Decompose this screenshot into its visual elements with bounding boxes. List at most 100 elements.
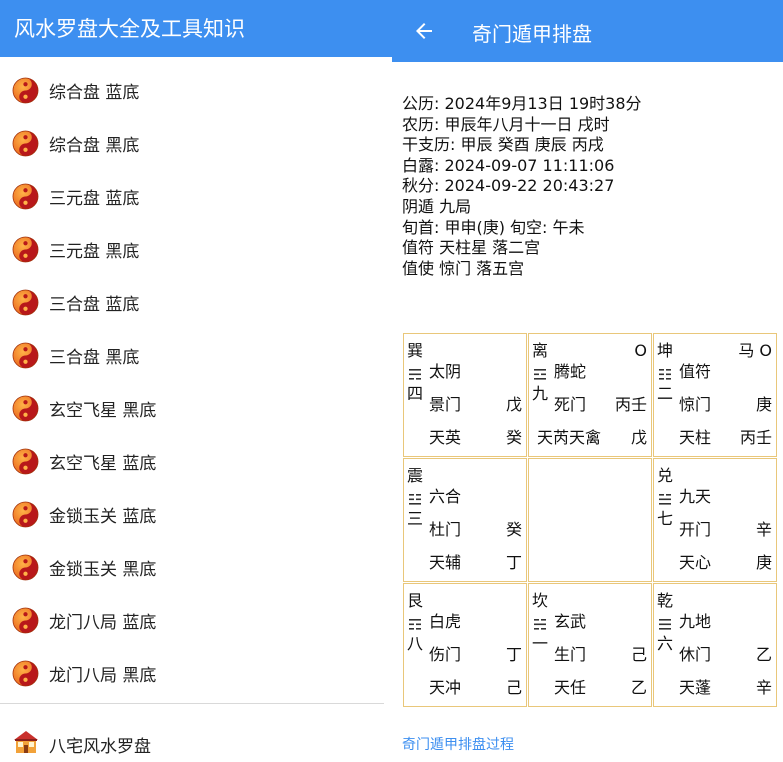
left-app-bar: 风水罗盘大全及工具知识 <box>0 0 392 57</box>
info-line: 值符 天柱星 落二宫 <box>402 238 541 258</box>
menu-item[interactable]: 三合盘 黑底 <box>0 329 392 382</box>
menu-item[interactable]: 玄空飞星 黑底 <box>0 382 392 435</box>
palace-star-stem: 丙壬 <box>739 428 772 447</box>
palace-door: 休门 <box>679 645 712 664</box>
yin-yang-icon <box>12 342 39 369</box>
palace-cell: 乾六九地 休门 乙天蓬 辛 <box>653 583 777 707</box>
menu-item-label: 三元盘 蓝底 <box>49 189 140 209</box>
yin-yang-icon <box>12 554 39 581</box>
info-line: 白露: 2024-09-07 11:11:06 <box>402 155 615 175</box>
palace-number: 四 <box>407 384 424 403</box>
palace-star-stem: 辛 <box>755 678 772 697</box>
palace-star-stem: 丁 <box>505 553 522 572</box>
yin-yang-icon <box>12 607 39 634</box>
palace-cell: 巽四太阴 景门 戊天英 癸 <box>403 333 527 457</box>
info-line: 旬首: 甲申(庚) 旬空: 午未 <box>402 217 585 237</box>
menu-item-label: 三元盘 黑底 <box>49 242 140 262</box>
info-line: 阴遁 九局 <box>402 196 472 216</box>
palace-door: 杜门 <box>429 520 462 539</box>
palace-number: 八 <box>407 634 424 653</box>
yin-yang-icon <box>12 395 39 422</box>
info-line: 公历: 2024年9月13日 19时38分 <box>402 94 642 113</box>
palace-door-stem: 丙壬 <box>614 395 647 414</box>
palace-door-stem: 庚 <box>755 395 772 414</box>
palace-god: 六合 <box>429 487 462 506</box>
palace-star: 天辅 <box>429 553 462 572</box>
palace-star: 天英 <box>429 428 462 447</box>
palace-name: 艮 <box>407 591 424 610</box>
palace-god: 太阴 <box>429 362 462 381</box>
palace-cell: 坎一玄武 生门 己天任 乙 <box>528 583 652 707</box>
menu-item-label: 玄空飞星 蓝底 <box>49 454 157 474</box>
palace-god: 值符 <box>679 362 712 381</box>
info-line: 值使 惊门 落五宫 <box>402 258 525 278</box>
trigram-icon <box>409 369 421 380</box>
palace-star-stem: 癸 <box>505 428 522 447</box>
menu-item[interactable]: 龙门八局 黑底 <box>0 647 392 700</box>
palace-star-stem: 己 <box>505 678 522 697</box>
palace-star-stem: 庚 <box>755 553 772 572</box>
right-app-title: 奇门遁甲排盘 <box>472 22 592 46</box>
yin-yang-icon <box>12 130 39 157</box>
palace-name: 坤 <box>657 341 674 360</box>
palace-cell: 震三六合 杜门 癸天辅 丁 <box>403 458 527 582</box>
palace-star: 天柱 <box>679 428 712 447</box>
chart-info: 公历: 2024年9月13日 19时38分 农历: 甲辰年八月十一日 戌时 干支历:… <box>402 94 777 279</box>
palace-cell: 离 O 九腾蛇 死门 丙壬 天芮天禽 戊 <box>528 333 652 457</box>
palace-door-stem: 己 <box>630 645 647 664</box>
palace-cell: 兑七九天 开门 辛天心 庚 <box>653 458 777 582</box>
menu-item-bazhai[interactable]: 八宅风水罗盘 <box>0 718 392 762</box>
right-panel: 奇门遁甲排盘 公历: 2024年9月13日 19时38分 农历: 甲辰年八月十一日… <box>392 0 783 762</box>
palace-door-stem: 丁 <box>505 645 522 664</box>
palace-star: 天芮天禽 <box>537 428 602 447</box>
palace-door-stem: 辛 <box>755 520 772 539</box>
palace-cell: 坤 马 O 二值符惊门 庚天柱 丙壬 <box>653 333 777 457</box>
menu-item[interactable]: 三元盘 蓝底 <box>0 170 392 223</box>
palace-number: 三 <box>407 509 424 528</box>
menu-item-label: 玄空飞星 黑底 <box>49 401 157 421</box>
palace-number: 六 <box>657 634 674 653</box>
info-line: 农历: 甲辰年八月十一日 戌时 <box>402 114 610 134</box>
trigram-icon <box>659 369 671 380</box>
chart-process-link[interactable]: 奇门遁甲排盘过程 <box>402 734 514 754</box>
palace-door: 惊门 <box>679 395 712 414</box>
palace-mark: 马 O <box>738 341 772 360</box>
trigram-icon <box>409 619 421 630</box>
menu-item[interactable]: 综合盘 蓝底 <box>0 64 392 117</box>
left-app-title: 风水罗盘大全及工具知识 <box>14 17 245 41</box>
menu-item-label: 金锁玉关 黑底 <box>49 560 157 580</box>
palace-door-stem: 癸 <box>505 520 522 539</box>
yin-yang-icon <box>12 448 39 475</box>
palace-cell <box>528 458 652 582</box>
menu-item[interactable]: 金锁玉关 黑底 <box>0 541 392 594</box>
menu-item[interactable]: 三合盘 蓝底 <box>0 276 392 329</box>
nine-palace-grid: 巽四太阴 景门戊天英癸离 O 九腾蛇 死门 丙壬 天芮天禽戊坤马 O 二值符 惊门庚天柱 丙壬震三… <box>403 333 777 707</box>
palace-star: 天冲 <box>429 678 462 697</box>
palace-star: 天蓬 <box>679 678 712 697</box>
palace-door-stem: 戊 <box>505 395 522 414</box>
yin-yang-icon <box>12 236 39 263</box>
menu-item[interactable]: 金锁玉关 蓝底 <box>0 488 392 541</box>
palace-god: 九天 <box>679 487 712 506</box>
palace-number: 二 <box>657 384 674 403</box>
menu-item-label: 龙门八局 蓝底 <box>49 613 157 633</box>
palace-god: 九地 <box>679 612 712 631</box>
menu-item-label: 八宅风水罗盘 <box>49 737 151 757</box>
palace-name: 坎 <box>532 591 549 610</box>
menu-item[interactable]: 龙门八局 蓝底 <box>0 594 392 647</box>
menu-item[interactable]: 三元盘 黑底 <box>0 223 392 276</box>
palace-name: 巽 <box>407 341 424 360</box>
trigram-icon <box>409 494 421 505</box>
compass-menu-list: 综合盘 蓝底 综合盘 黑底 三元盘 蓝底 三元盘 黑底 三合盘 蓝底 三合盘 黑… <box>0 64 392 700</box>
palace-name: 兑 <box>657 466 674 485</box>
menu-item[interactable]: 综合盘 黑底 <box>0 117 392 170</box>
palace-name: 乾 <box>657 591 674 610</box>
yin-yang-icon <box>12 660 39 687</box>
palace-door: 生门 <box>554 645 587 664</box>
info-line: 秋分: 2024-09-22 20:43:27 <box>402 176 615 196</box>
menu-item-label: 三合盘 黑底 <box>49 348 140 368</box>
menu-divider <box>0 703 384 704</box>
arrow-left-icon[interactable] <box>412 19 436 43</box>
yin-yang-icon <box>12 289 39 316</box>
menu-item[interactable]: 玄空飞星 蓝底 <box>0 435 392 488</box>
